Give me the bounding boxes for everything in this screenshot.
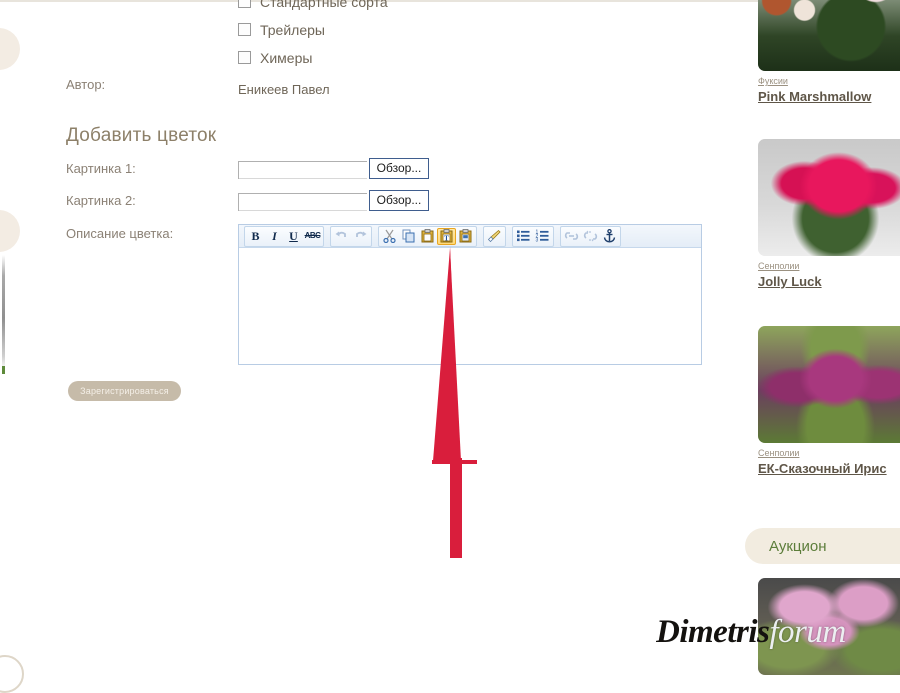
- paste-as-plain-text-icon[interactable]: [456, 228, 475, 245]
- checkbox-chimeras[interactable]: [238, 51, 251, 64]
- numbered-list-icon[interactable]: 123: [533, 228, 552, 245]
- flower-name-link-0[interactable]: Pink Marshmallow: [758, 89, 900, 104]
- strikethrough-icon[interactable]: ABC: [303, 228, 322, 245]
- toolbar-group-3: [483, 225, 506, 247]
- sidebar-card-1[interactable]: Сенполии Jolly Luck: [758, 139, 900, 289]
- checkbox-row-trailers[interactable]: Трейлеры: [238, 22, 325, 38]
- sidebar-heading-auction: Аукцион: [745, 528, 900, 564]
- picture1-label: Картинка 1:: [66, 161, 136, 176]
- checkbox-label-chimeras: Химеры: [260, 50, 313, 66]
- checkbox-label-standard: Стандартные сорта: [260, 0, 388, 10]
- checkbox-label-trailers: Трейлеры: [260, 22, 325, 38]
- underline-icon[interactable]: U: [284, 228, 303, 245]
- site-watermark: Dimetrisforum: [656, 612, 900, 668]
- remove-format-icon[interactable]: [485, 228, 504, 245]
- author-value: Еникеев Павел: [238, 82, 330, 97]
- description-textarea[interactable]: [239, 248, 701, 364]
- editor-toolbar: B I U ABC T 1 2 3: [239, 225, 701, 248]
- undo-icon: [332, 228, 351, 245]
- flower-category-link-2[interactable]: Сенполии: [758, 448, 900, 458]
- paste-icon[interactable]: [418, 228, 437, 245]
- flower-photo-1[interactable]: [758, 139, 900, 256]
- watermark-text: Dimetrisforum: [656, 614, 846, 651]
- anchor-icon[interactable]: [600, 228, 619, 245]
- unlink-icon: [581, 228, 600, 245]
- bulleted-list-icon[interactable]: [514, 228, 533, 245]
- description-label: Описание цветка:: [66, 226, 174, 241]
- flower-name-link-2[interactable]: ЕК-Сказочный Ирис: [758, 461, 900, 476]
- bold-icon[interactable]: B: [246, 228, 265, 245]
- svg-text:3: 3: [536, 238, 539, 243]
- add-flower-form: Стандартные сорта Трейлеры Химеры Автор:…: [0, 0, 740, 675]
- description-editor: B I U ABC T 1 2 3: [238, 224, 702, 365]
- sidebar-card-2[interactable]: Сенполии ЕК-Сказочный Ирис: [758, 326, 900, 476]
- submit-register-button[interactable]: Зарегистрироваться: [68, 381, 181, 401]
- toolbar-group-1: [330, 225, 372, 247]
- watermark-soft: forum: [769, 614, 846, 650]
- toolbar-group-2: T: [378, 225, 477, 247]
- picture1-filename-input[interactable]: [238, 161, 367, 179]
- picture2-browse-button[interactable]: Обзор...: [369, 190, 429, 211]
- toolbar-group-0: B I U ABC: [244, 225, 324, 247]
- strikethrough-icon-glyph: ABC: [304, 231, 321, 240]
- flower-photo-0[interactable]: [758, 0, 900, 71]
- cut-icon[interactable]: [380, 228, 399, 245]
- copy-icon[interactable]: [399, 228, 418, 245]
- checkbox-trailers[interactable]: [238, 23, 251, 36]
- bold-icon-glyph: B: [251, 229, 260, 243]
- italic-icon[interactable]: I: [265, 228, 284, 245]
- flower-photo-2[interactable]: [758, 326, 900, 443]
- toolbar-group-4: 123: [512, 225, 554, 247]
- checkbox-row-standard[interactable]: Стандартные сорта: [238, 0, 388, 10]
- picture2-label: Картинка 2:: [66, 193, 136, 208]
- watermark-bold: Dimetris: [656, 614, 770, 650]
- author-label: Автор:: [66, 77, 106, 92]
- picture2-filename-input[interactable]: [238, 193, 367, 211]
- link-icon: [562, 228, 581, 245]
- right-sidebar: Фуксии Pink Marshmallow Сенполии Jolly L…: [745, 0, 900, 675]
- svg-text:T: T: [444, 234, 449, 242]
- page-root: Стандартные сорта Трейлеры Химеры Автор:…: [0, 0, 900, 693]
- redo-icon: [351, 228, 370, 245]
- flower-category-link-1[interactable]: Сенполии: [758, 261, 900, 271]
- paste-from-word-icon[interactable]: T: [437, 227, 456, 245]
- flower-name-link-1[interactable]: Jolly Luck: [758, 274, 900, 289]
- checkbox-row-chimeras[interactable]: Химеры: [238, 50, 312, 66]
- underline-icon-glyph: U: [289, 229, 298, 243]
- section-title-add-flower: Добавить цветок: [66, 125, 217, 146]
- flower-category-link-0[interactable]: Фуксии: [758, 76, 900, 86]
- checkbox-standard[interactable]: [238, 0, 251, 8]
- toolbar-group-5: [560, 225, 621, 247]
- italic-icon-glyph: I: [272, 229, 277, 243]
- sidebar-card-0[interactable]: Фуксии Pink Marshmallow: [758, 0, 900, 104]
- picture1-browse-button[interactable]: Обзор...: [369, 158, 429, 179]
